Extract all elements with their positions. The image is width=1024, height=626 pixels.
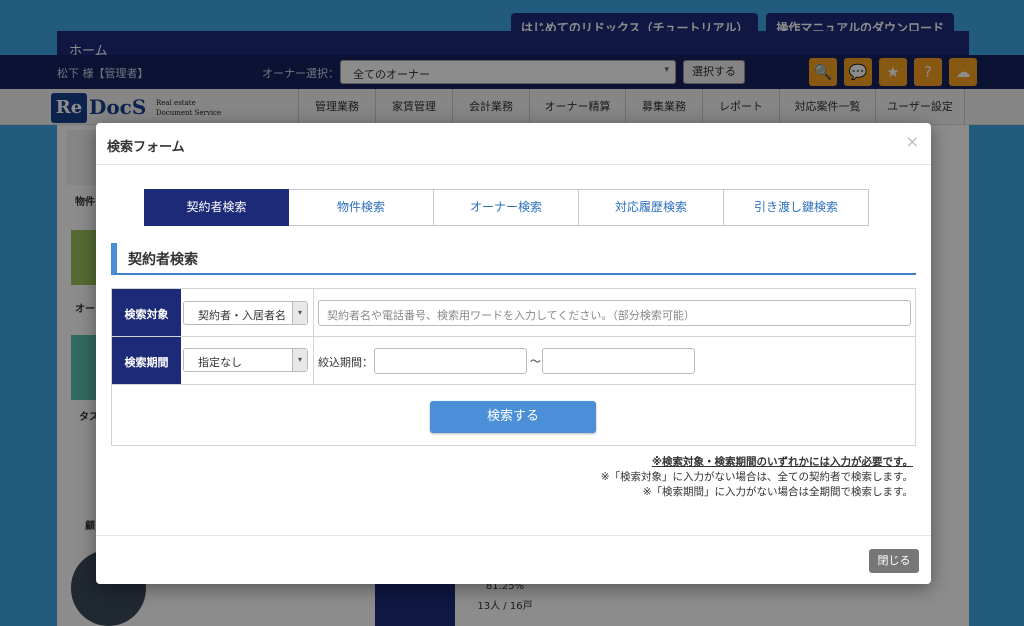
search-period-select-value: 指定なし	[198, 356, 242, 369]
tab-history-search[interactable]: 対応履歴検索	[579, 189, 724, 226]
search-target-select[interactable]: 契約者・入居者名 ▾	[183, 301, 308, 325]
modal-header: 検索フォーム ×	[96, 123, 931, 165]
tab-contractor-search[interactable]: 契約者検索	[144, 189, 289, 226]
search-notes: ※検索対象・検索期間のいずれかには入力が必要です。 ※「検索対象」に入力がない場…	[601, 455, 913, 500]
period-tilde: 〜	[530, 355, 541, 368]
tab-owner-search[interactable]: オーナー検索	[434, 189, 579, 226]
search-period-row: 検索期間 指定なし ▾ 絞込期間： 〜	[112, 337, 915, 385]
search-button[interactable]: 検索する	[430, 401, 596, 433]
chevron-down-icon: ▾	[292, 349, 307, 371]
section-header: 契約者検索	[111, 243, 916, 275]
modal-footer: 閉じる	[96, 535, 931, 584]
note-required: ※検索対象・検索期間のいずれかには入力が必要です。	[651, 456, 913, 468]
search-target-label: 検索対象	[112, 289, 181, 336]
close-button[interactable]: 閉じる	[869, 549, 919, 573]
row-divider	[313, 337, 314, 384]
close-icon[interactable]: ×	[906, 132, 919, 151]
chevron-down-icon: ▾	[292, 302, 307, 324]
search-keyword-input[interactable]: 契約者名や電話番号、検索用ワードを入力してください。（部分検索可能）	[318, 300, 911, 326]
period-label: 絞込期間：	[318, 356, 373, 369]
search-tabs: 契約者検索 物件検索 オーナー検索 対応履歴検索 引き渡し鍵検索	[144, 189, 869, 226]
search-target-row: 検索対象 契約者・入居者名 ▾ 契約者名や電話番号、検索用ワードを入力してくださ…	[112, 289, 915, 337]
search-form-table: 検索対象 契約者・入居者名 ▾ 契約者名や電話番号、検索用ワードを入力してくださ…	[111, 288, 916, 446]
search-period-label: 検索期間	[112, 337, 181, 384]
tab-key-handover-search[interactable]: 引き渡し鍵検索	[724, 189, 869, 226]
period-end-input[interactable]	[542, 348, 695, 374]
modal-title: 検索フォーム	[107, 140, 185, 155]
tab-property-search[interactable]: 物件検索	[289, 189, 434, 226]
period-start-input[interactable]	[374, 348, 527, 374]
search-form-modal: 検索フォーム × 契約者検索 物件検索 オーナー検索 対応履歴検索 引き渡し鍵検…	[96, 123, 931, 584]
section-title: 契約者検索	[128, 252, 198, 268]
row-divider	[313, 289, 314, 336]
search-period-select[interactable]: 指定なし ▾	[183, 348, 308, 372]
note-period: ※「検索期間」に入力がない場合は全期間で検索します。	[642, 486, 913, 498]
note-target: ※「検索対象」に入力がない場合は、全ての契約者で検索します。	[600, 471, 913, 483]
search-target-select-value: 契約者・入居者名	[198, 309, 286, 322]
